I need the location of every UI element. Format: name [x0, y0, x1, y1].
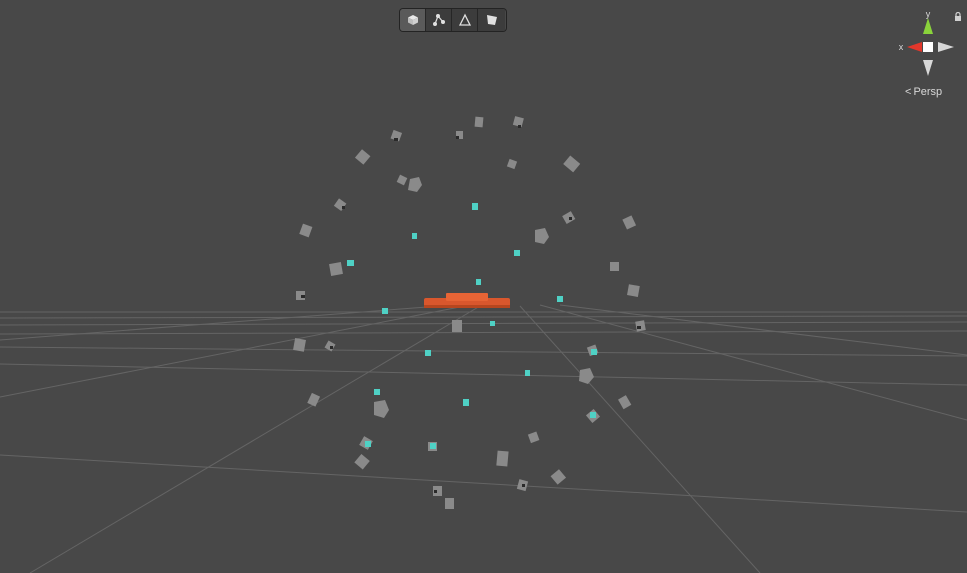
face-tool-button[interactable] — [478, 9, 505, 31]
perspective-icon: < — [905, 86, 912, 98]
projection-toggle[interactable]: < Persp — [905, 86, 942, 98]
gizmo-x-axis-cone[interactable] — [907, 42, 922, 52]
gizmo-y-axis-cone[interactable] — [923, 18, 933, 34]
edge-tool-button[interactable] — [452, 9, 478, 31]
gizmo-y-label: y — [926, 9, 931, 19]
cube-icon — [407, 15, 418, 25]
vertex-graph-icon — [432, 14, 445, 26]
gizmo-center-cube[interactable] — [923, 42, 933, 52]
vertex-tool-button[interactable] — [426, 9, 452, 31]
orange-platform[interactable] — [424, 293, 510, 308]
face-tool-icon — [486, 15, 497, 25]
scene-tools-toolbar — [400, 9, 506, 31]
gizmo-x-label: x — [899, 42, 904, 52]
scene-canvas[interactable] — [0, 0, 967, 573]
shaded-tool-button[interactable] — [400, 9, 426, 31]
edge-tool-icon — [458, 13, 471, 26]
projection-label: Persp — [913, 86, 943, 98]
scene-viewport[interactable]: y x < Persp — [0, 0, 967, 573]
gizmo-neg-x-cone[interactable] — [938, 42, 954, 52]
ground-grid — [0, 304, 967, 573]
gizmo-neg-y-cone[interactable] — [923, 60, 933, 76]
orientation-gizmo[interactable]: y x — [894, 8, 962, 80]
